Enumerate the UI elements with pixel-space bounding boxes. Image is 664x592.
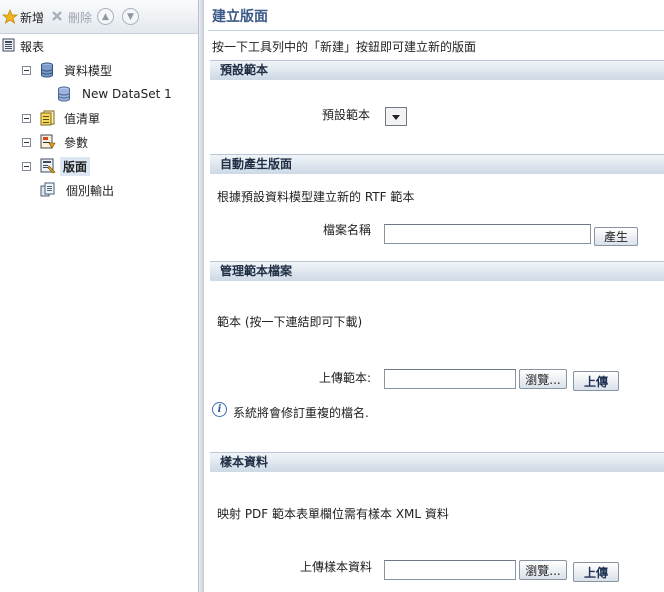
tree-label: 值清單 (64, 111, 101, 126)
new-button-label: 新增 (20, 10, 45, 25)
tree-item-data-model[interactable]: 資料模型 (40, 61, 112, 79)
new-sparkle-icon (1, 8, 19, 25)
delete-button-label: 刪除 (68, 10, 93, 25)
delete-x-icon (50, 9, 66, 25)
collapse-toggle[interactable] (22, 114, 31, 123)
section-sample-data-header: 樣本資料 (210, 452, 664, 472)
upload-template-button[interactable]: 上傳 (573, 371, 619, 391)
tree-label: 資料模型 (64, 63, 113, 78)
move-down-icon[interactable]: ▼ (122, 8, 139, 25)
tree-item-bursting[interactable]: 個別輸出 (40, 181, 114, 199)
templates-description: 範本 (按一下連結即可下載) (217, 315, 363, 329)
file-name-input[interactable] (384, 224, 591, 244)
tree-item-dataset[interactable]: New DataSet 1 (57, 85, 172, 103)
section-manage-templates-header: 管理範本檔案 (210, 261, 664, 281)
default-template-label: 預設範本 (322, 108, 371, 122)
parameters-icon (40, 134, 56, 150)
auto-generate-description: 根據預設資料模型建立新的 RTF 範本 (217, 190, 415, 204)
dataset-icon (57, 86, 73, 102)
tree-label: 報表 (20, 39, 45, 54)
tree-item-parameters[interactable]: 參數 (40, 133, 88, 151)
move-up-icon[interactable]: ▲ (97, 8, 114, 25)
upload-sample-data-label: 上傳樣本資料 (300, 560, 373, 574)
tree-label: New DataSet 1 (82, 87, 172, 101)
file-name-label: 檔案名稱 (323, 223, 372, 237)
list-of-values-icon (40, 110, 56, 126)
tree-item-reports[interactable]: 報表 (2, 37, 44, 55)
sample-data-description: 映射 PDF 範本表單欄位需有樣本 XML 資料 (217, 507, 449, 521)
title-divider (208, 30, 664, 31)
collapse-toggle[interactable] (22, 66, 31, 75)
upload-template-file-input[interactable] (384, 369, 516, 389)
delete-button[interactable]: 刪除 (50, 8, 92, 26)
duplicate-filename-note: 系統將會修訂重複的檔名. (233, 406, 369, 420)
default-template-select[interactable] (385, 107, 407, 126)
upload-template-label: 上傳範本: (319, 371, 372, 385)
section-auto-generate-header: 自動產生版面 (210, 154, 664, 174)
upload-sample-file-input[interactable] (384, 560, 516, 580)
tree-label: 參數 (64, 135, 89, 150)
bursting-icon (40, 182, 56, 198)
tree-item-layout[interactable]: 版面 (40, 156, 91, 176)
tree-label: 個別輸出 (66, 183, 115, 198)
collapse-toggle[interactable] (22, 162, 31, 171)
database-icon (40, 62, 56, 78)
section-default-template-header: 預設範本 (210, 60, 664, 80)
browse-sample-button[interactable]: 瀏覽... (519, 560, 567, 580)
tree-label: 版面 (60, 156, 91, 176)
collapse-toggle[interactable] (22, 138, 31, 147)
browse-template-button[interactable]: 瀏覽... (519, 369, 567, 389)
intro-text: 按一下工具列中的「新建」按鈕即可建立新的版面 (212, 40, 477, 54)
tree-item-list-of-values[interactable]: 值清單 (40, 109, 100, 127)
navigation-panel: 新增 刪除 ▲ ▼ 報表 資料模型 New DataSet 1 值清單 參數 版… (0, 0, 198, 592)
generate-button[interactable]: 產生 (594, 227, 638, 246)
info-icon: i (212, 402, 227, 417)
new-button[interactable]: 新增 (1, 8, 45, 26)
upload-sample-button[interactable]: 上傳 (573, 562, 619, 582)
page-title: 建立版面 (212, 9, 268, 25)
report-icon (2, 38, 18, 54)
toolbar: 新增 刪除 ▲ ▼ (0, 0, 198, 34)
content-panel: 建立版面 按一下工具列中的「新建」按鈕即可建立新的版面 預設範本 預設範本 自動… (204, 0, 664, 592)
layout-icon (40, 158, 56, 174)
